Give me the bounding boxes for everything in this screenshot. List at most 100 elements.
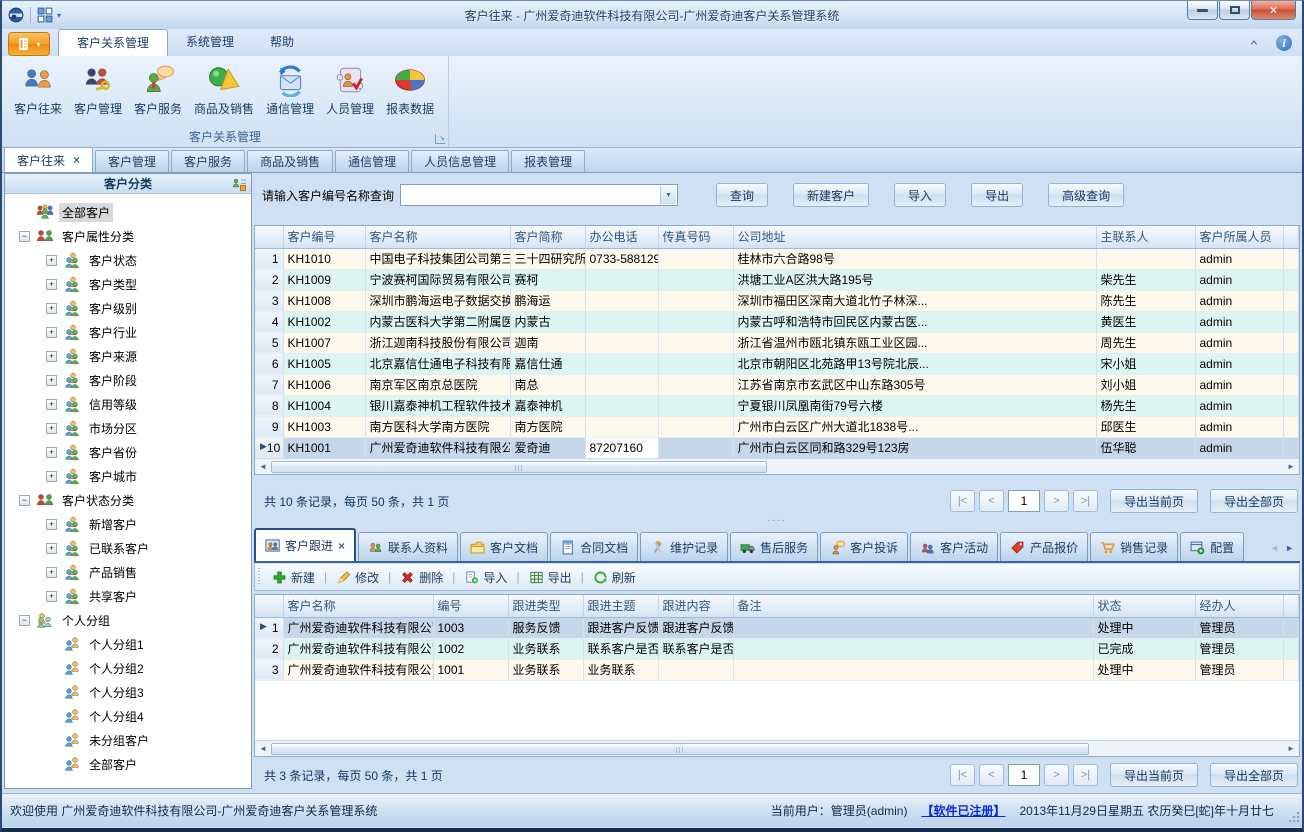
detail-tab-客户活动[interactable]: 客户活动 [910,532,998,561]
column-header-客户编号[interactable]: 客户编号 [283,226,365,248]
close-tab-icon[interactable]: × [338,539,345,553]
detail-tab-产品报价[interactable]: 产品报价 [1000,532,1088,561]
tree-item-label[interactable]: 客户城市 [86,467,140,486]
expand-icon[interactable]: + [46,303,57,314]
column-header-公司地址[interactable]: 公司地址 [733,226,1096,248]
column-header-跟进主题[interactable]: 跟进主题 [583,595,658,617]
detail-tab-客户跟进[interactable]: 客户跟进× [254,528,356,561]
tree-item-label[interactable]: 产品销售 [86,563,140,582]
prev-page-button[interactable]: < [979,764,1004,786]
tree-item-产品销售[interactable]: +产品销售 [5,560,251,584]
ribbon-button-商品及销售[interactable]: 商品及销售 [188,60,260,120]
tree-item-客户阶段[interactable]: + 客户阶段 [5,368,251,392]
document-tab-客户往来[interactable]: 客户往来× [4,147,93,172]
tree-item-label[interactable]: 客户来源 [86,347,140,366]
ribbon-button-报表数据[interactable]: 报表数据 [380,60,440,120]
grid-row-9[interactable]: 9KH1003南方医科大学南方医院南方医院广州市白云区广州大道北1838号...… [255,416,1299,437]
修改-button[interactable]: 修改 [328,569,387,586]
新建客户-button[interactable]: 新建客户 [793,183,869,207]
column-header-客户简称[interactable]: 客户简称 [510,226,585,248]
expand-icon[interactable]: + [46,591,57,602]
detail-tab-客户投诉[interactable]: 客户投诉 [820,532,908,561]
grid-row-8[interactable]: 8KH1004银川嘉泰神机工程软件技术有限公司嘉泰神机宁夏银川凤凰南街79号六楼… [255,395,1299,416]
tree-item-label[interactable]: 个人分组2 [86,659,147,678]
tree-item-客户城市[interactable]: +客户城市 [5,464,251,488]
dialog-launcher-icon[interactable]: ↘ [435,134,445,144]
expand-icon[interactable]: + [46,279,57,290]
grid-row-3[interactable]: 3广州爱奇迪软件科技有限公司1001业务联系业务联系处理中管理员 [255,659,1299,680]
export-all-pages-button[interactable]: 导出全部页 [1210,763,1298,787]
column-header-办公电话[interactable]: 办公电话 [585,226,658,248]
tree-item-label[interactable]: 客户阶段 [86,371,140,390]
tree-item-label[interactable]: 客户状态 [86,251,140,270]
scroll-left-icon[interactable]: ◄ [255,459,271,474]
grid-row-5[interactable]: 5KH1007浙江迦南科技股份有限公司迦南浙江省温州市瓯北镇东瓯工业区园...周… [255,332,1299,353]
grid-row-1[interactable]: ▶1广州爱奇迪软件科技有限公司1003服务反馈跟进客户反馈...跟进客户反馈..… [255,617,1299,638]
last-page-button[interactable]: >| [1073,490,1098,512]
tree-item-信用等级[interactable]: +信用等级 [5,392,251,416]
tree-item-label[interactable]: 客户级别 [86,299,140,318]
expand-icon[interactable]: + [46,447,57,458]
column-header-客户名称[interactable]: 客户名称 [283,595,433,617]
column-header-跟进类型[interactable]: 跟进类型 [508,595,583,617]
ribbon-button-客户服务[interactable]: 客户服务 [128,60,188,120]
expand-icon[interactable]: + [46,375,57,386]
grid-row-1[interactable]: 1KH1010中国电子科技集团公司第三十四研...三十四研究所0733-5881… [255,248,1299,269]
document-tab-客户服务[interactable]: 客户服务 [171,150,245,172]
detail-tab-销售记录[interactable]: 销售记录 [1090,532,1178,561]
customer-search-combo[interactable]: ▼ [400,184,678,206]
导入-button[interactable]: 导入 [456,569,515,586]
tree-item-客户属性分类[interactable]: − 客户属性分类 [5,224,251,248]
column-header-编号[interactable]: 编号 [433,595,508,617]
detail-tab-配置[interactable]: 配置 [1180,532,1244,561]
detail-tab-客户文档[interactable]: 客户文档 [460,532,548,561]
tree-item-label[interactable]: 共享客户 [86,587,140,606]
tree-item-全部客户[interactable]: 全部客户 [5,200,251,224]
maximize-button[interactable] [1219,1,1250,20]
tree-item-label[interactable]: 个人分组1 [86,635,147,654]
tree-item-label[interactable]: 已联系客户 [86,539,152,558]
document-tab-客户管理[interactable]: 客户管理 [95,150,169,172]
tree-item-label[interactable]: 个人分组3 [86,683,147,702]
page-number-input[interactable]: 1 [1008,764,1040,786]
document-tab-人员信息管理[interactable]: 人员信息管理 [411,150,509,172]
collapse-icon[interactable]: − [19,615,30,626]
column-header-经办人[interactable]: 经办人 [1195,595,1283,617]
tree-item-label[interactable]: 客户属性分类 [59,227,137,246]
ribbon-tab-客户关系管理[interactable]: 客户关系管理 [58,29,168,56]
tree-item-label[interactable]: 新增客户 [86,515,140,534]
toolbar-grip[interactable] [258,568,260,586]
tab-scroll-left-icon[interactable]: ◄ [1270,543,1279,553]
tree-item-label[interactable]: 全部客户 [59,203,113,222]
tree-item-客户状态分类[interactable]: −客户状态分类 [5,488,251,512]
expand-icon[interactable]: + [46,255,57,266]
tree-item-客户类型[interactable]: +客户类型 [5,272,251,296]
grid-row-3[interactable]: 3KH1008深圳市鹏海运电子数据交换有限公司鹏海运深圳市福田区深南大道北竹子林… [255,290,1299,311]
column-header-传真号码[interactable]: 传真号码 [658,226,733,248]
document-tab-报表管理[interactable]: 报表管理 [511,150,585,172]
last-page-button[interactable]: >| [1073,764,1098,786]
column-header-备注[interactable]: 备注 [733,595,1093,617]
查询-button[interactable]: 查询 [716,183,768,207]
expand-icon[interactable]: + [46,351,57,362]
detail-tab-维护记录[interactable]: 维护记录 [640,532,728,561]
tree-item-个人分组4[interactable]: 个人分组4 [5,704,251,728]
tree-item-个人分组[interactable]: −个人分组 [5,608,251,632]
高级查询-button[interactable]: 高级查询 [1048,183,1124,207]
collapse-icon[interactable]: − [19,231,30,242]
info-icon[interactable]: i [1276,35,1292,51]
ribbon-button-客户往来[interactable]: 客户往来 [8,60,68,120]
tree-item-客户级别[interactable]: + 客户级别 [5,296,251,320]
export-current-page-button[interactable]: 导出当前页 [1110,489,1198,513]
column-header-跟进内容[interactable]: 跟进内容 [658,595,733,617]
导出-button[interactable]: 导出 [971,183,1023,207]
新建-button[interactable]: 新建 [264,569,323,586]
column-header-客户所属人员[interactable]: 客户所属人员 [1195,226,1283,248]
tree-item-市场分区[interactable]: +市场分区 [5,416,251,440]
grid-row-4[interactable]: 4KH1002内蒙古医科大学第二附属医院内蒙古内蒙古呼和浩特市回民区内蒙古医..… [255,311,1299,332]
resize-grip[interactable] [1287,812,1299,824]
grid-row-2[interactable]: 2广州爱奇迪软件科技有限公司1002业务联系联系客户是否...联系客户是否...… [255,638,1299,659]
tree-item-新增客户[interactable]: +新增客户 [5,512,251,536]
导出-button[interactable]: 导出 [521,569,580,586]
horizontal-splitter[interactable]: ∙∙∙∙ [254,517,1300,527]
